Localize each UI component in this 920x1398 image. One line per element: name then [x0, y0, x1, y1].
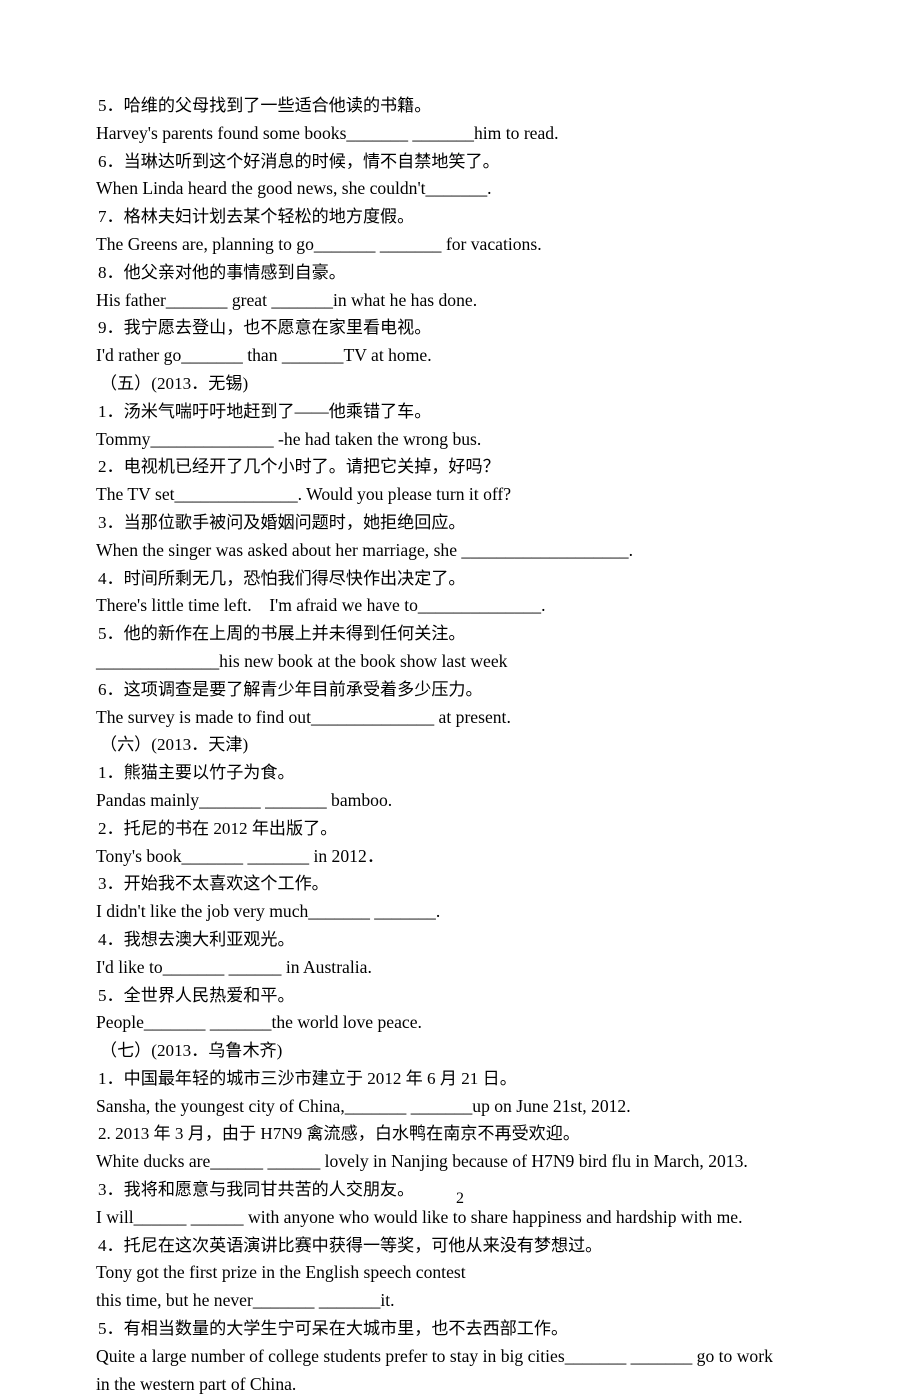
english-answer-line: this time, but he never_______ _______it… — [96, 1290, 395, 1311]
chinese-prompt-line: 4．托尼在这次英语演讲比赛中获得一等奖，可他从来没有梦想过。 — [98, 1235, 603, 1255]
english-answer-line: Pandas mainly_______ _______ bamboo. — [96, 789, 393, 810]
chinese-prompt-line: 1．中国最年轻的城市三沙市建立于 2012 年 6 月 21 日。 — [98, 1068, 517, 1088]
chinese-prompt-line: 8．他父亲对他的事情感到自豪。 — [98, 262, 346, 282]
chinese-prompt-line: 3．当那位歌手被问及婚姻问题时，她拒绝回应。 — [98, 512, 466, 532]
english-answer-line: I'd rather go_______ than _______TV at h… — [96, 345, 432, 366]
english-answer-line: His father_______ great _______in what h… — [96, 289, 478, 310]
chinese-prompt-line: 4．时间所剩无几，恐怕我们得尽快作出决定了。 — [98, 568, 466, 588]
english-answer-line: ______________his new book at the book s… — [96, 650, 508, 671]
english-answer-line: When the singer was asked about her marr… — [96, 539, 633, 560]
chinese-prompt-line: 1．汤米气喘吁吁地赶到了——他乘错了车。 — [98, 401, 432, 421]
chinese-prompt-line: 4．我想去澳大利亚观光。 — [98, 929, 295, 949]
english-answer-line: Tony's book_______ _______ in 2012． — [96, 845, 385, 866]
worksheet-page: 5．哈维的父母找到了一些适合他读的书籍。 Harvey's parents fou… — [0, 0, 920, 1394]
chinese-prompt-line: 5．有相当数量的大学生宁可呆在大城市里，也不去西部工作。 — [98, 1319, 569, 1339]
chinese-prompt-line: 2．电视机已经开了几个小时了。请把它关掉，好吗？ — [98, 457, 500, 477]
section-heading: （七）(2013．乌鲁木齐) — [100, 1041, 283, 1061]
english-answer-line: I'd like to_______ ______ in Australia. — [96, 956, 372, 977]
chinese-prompt-line: 2. 2013 年 3 月，由于 H7N9 禽流感，白水鸭在南京不再受欢迎。 — [98, 1124, 580, 1144]
chinese-prompt-line: 5．全世界人民热爱和平。 — [98, 985, 295, 1005]
english-answer-line: The Greens are, planning to go_______ __… — [96, 233, 542, 254]
english-answer-line: There's little time left. I'm afraid we … — [96, 595, 546, 616]
english-answer-line: I didn't like the job very much_______ _… — [96, 901, 441, 922]
section-heading: （六）(2013．天津) — [100, 735, 249, 755]
english-answer-line: People_______ _______the world love peac… — [96, 1012, 422, 1033]
english-answer-line: The TV set______________. Would you plea… — [96, 484, 512, 505]
page-number: 2 — [456, 1190, 464, 1207]
english-answer-line: White ducks are______ ______ lovely in N… — [96, 1151, 748, 1172]
chinese-prompt-line: 6．当琳达听到这个好消息的时候，情不自禁地笑了。 — [98, 151, 500, 171]
chinese-prompt-line: 7．格林夫妇计划去某个轻松的地方度假。 — [98, 207, 415, 227]
english-answer-line: in the western part of China. — [96, 1373, 297, 1394]
chinese-prompt-line: 5．哈维的父母找到了一些适合他读的书籍。 — [98, 96, 432, 115]
english-answer-line: Tony got the first prize in the English … — [96, 1262, 466, 1283]
english-answer-line: Sansha, the youngest city of China,_____… — [96, 1095, 631, 1116]
chinese-prompt-line: 2．托尼的书在 2012 年出版了。 — [98, 818, 338, 838]
chinese-prompt-line: 1．熊猫主要以竹子为食。 — [98, 763, 295, 783]
chinese-prompt-line: 9．我宁愿去登山，也不愿意在家里看电视。 — [98, 318, 432, 338]
chinese-prompt-line: 6．这项调查是要了解青少年目前承受着多少压力。 — [98, 679, 483, 699]
english-answer-line: I will______ ______ with anyone who woul… — [96, 1206, 743, 1227]
english-answer-line: The survey is made to find out__________… — [96, 706, 511, 727]
english-answer-line: Tommy______________ -he had taken the wr… — [96, 428, 482, 449]
english-answer-line: Harvey's parents found some books_______… — [96, 122, 559, 143]
english-answer-line: Quite a large number of college students… — [96, 1345, 773, 1366]
english-answer-line: When Linda heard the good news, she coul… — [96, 178, 492, 199]
chinese-prompt-line: 5．他的新作在上周的书展上并未得到任何关注。 — [98, 624, 466, 644]
section-heading: （五）(2013．无锡) — [100, 373, 249, 393]
chinese-prompt-line: 3．开始我不太喜欢这个工作。 — [98, 874, 329, 894]
